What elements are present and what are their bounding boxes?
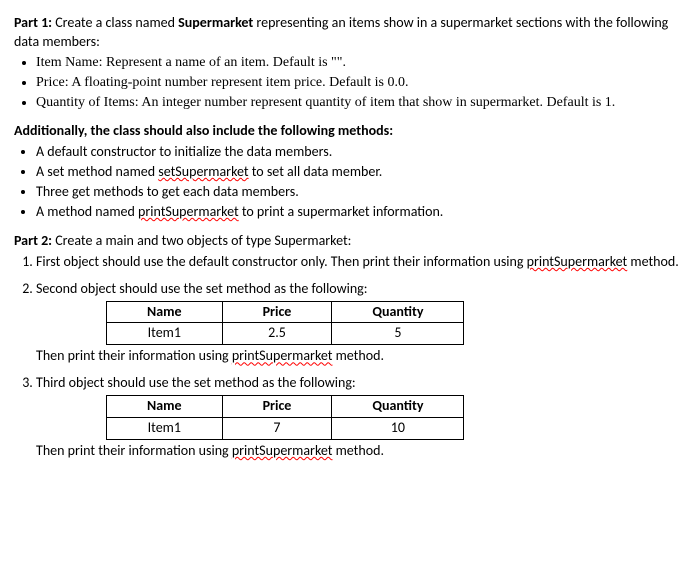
- table-cell: 5: [332, 323, 464, 345]
- table-header: Quantity: [332, 301, 464, 323]
- list-item: Third object should use the set method a…: [36, 374, 686, 461]
- table-header: Quantity: [332, 396, 464, 418]
- list-item: A set method named setSupermarket to set…: [36, 163, 686, 182]
- methods-list: A default constructor to initialize the …: [14, 143, 686, 222]
- part2-list: First object should use the default cons…: [14, 253, 686, 461]
- list-item: Second object should use the set method …: [36, 280, 686, 367]
- part1-label: Part 1:: [14, 14, 52, 31]
- list-item: A method named printSupermarket to print…: [36, 203, 686, 222]
- wavy-text: printSupermarket: [232, 347, 333, 364]
- table-row: Item1 2.5 5: [107, 323, 464, 345]
- part1-heading: Part 1: Create a class named Supermarket…: [14, 14, 686, 52]
- part2-label: Part 2:: [14, 232, 52, 249]
- list-item: First object should use the default cons…: [36, 253, 686, 272]
- wavy-text: printSupermarket: [232, 442, 333, 459]
- wavy-text: printSupermarket: [527, 253, 628, 270]
- table-object3: Name Price Quantity Item1 7 10: [106, 395, 464, 440]
- table-cell: Item1: [107, 418, 223, 440]
- list-item: Price: A floating-point number represent…: [36, 74, 686, 93]
- class-name: Supermarket: [178, 14, 253, 31]
- list-item: Three get methods to get each data membe…: [36, 183, 686, 202]
- table-header: Price: [222, 301, 332, 323]
- list-item: A default constructor to initialize the …: [36, 143, 686, 162]
- table-header: Name: [107, 396, 223, 418]
- table-cell: Item1: [107, 323, 223, 345]
- part2-text: Create a main and two objects of type Su…: [52, 232, 351, 249]
- table-row: Name Price Quantity: [107, 301, 464, 323]
- additional-heading: Additionally, the class should also incl…: [14, 122, 686, 141]
- table-row: Item1 7 10: [107, 418, 464, 440]
- table-cell: 7: [222, 418, 332, 440]
- list-item: Quantity of Items: An integer number rep…: [36, 94, 686, 113]
- data-members-list: Item Name: Represent a name of an item. …: [14, 54, 686, 113]
- table-cell: 10: [332, 418, 464, 440]
- table-header: Name: [107, 301, 223, 323]
- part2-heading: Part 2: Create a main and two objects of…: [14, 232, 686, 251]
- list-item: Item Name: Represent a name of an item. …: [36, 54, 686, 73]
- wavy-text: setSupermarket: [158, 163, 248, 180]
- wavy-text: printSupermarket: [138, 203, 239, 220]
- table-row: Name Price Quantity: [107, 396, 464, 418]
- part1-text1: Create a class named: [52, 14, 178, 31]
- table-header: Price: [222, 396, 332, 418]
- table-cell: 2.5: [222, 323, 332, 345]
- table-object2: Name Price Quantity Item1 2.5 5: [106, 301, 464, 346]
